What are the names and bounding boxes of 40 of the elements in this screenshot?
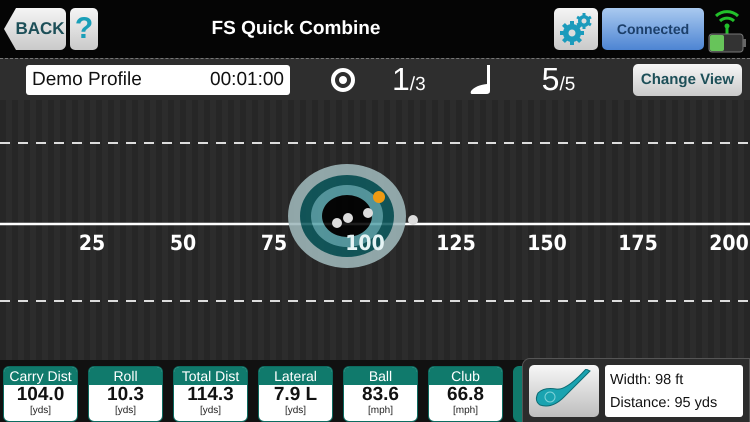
distance-label: 50 — [170, 231, 196, 255]
stat-label: Club — [429, 367, 502, 385]
stat-label: Roll — [89, 367, 162, 385]
stat-unit: [mph] — [368, 405, 393, 417]
stat-unit: [yds] — [284, 405, 306, 417]
connection-button[interactable]: Connected — [602, 8, 704, 50]
change-view-button[interactable]: Change View — [632, 64, 742, 96]
stat-label: Carry Dist — [4, 367, 77, 385]
shot-counter: 5/5 — [542, 61, 576, 98]
stat-label: Total Dist — [174, 367, 247, 385]
target-counter: 1/3 — [392, 61, 426, 98]
distance-label: 25 — [78, 231, 106, 255]
session-time: 00:01:00 — [210, 68, 284, 90]
stat-label: Lateral — [259, 367, 332, 385]
stat-value: 7.9 L — [274, 385, 318, 405]
stat-value: 114.3 — [187, 385, 234, 405]
distance-label: 150 — [527, 231, 567, 255]
stat-value: 10.3 — [107, 385, 144, 405]
target-width: Width: 98 ft — [610, 372, 684, 388]
back-button[interactable]: BACK — [4, 8, 66, 50]
profile-name: Demo Profile — [32, 68, 142, 90]
distance-label: 125 — [436, 231, 476, 255]
distance-label: 175 — [618, 231, 658, 255]
settings-button[interactable] — [554, 8, 598, 50]
stat-unit: [mph] — [452, 405, 478, 417]
stat-unit: [yds] — [114, 405, 136, 417]
stat-unit: [yds] — [30, 405, 52, 417]
club-button[interactable] — [529, 365, 599, 417]
target-icon — [330, 66, 356, 92]
stat-unit: [yds] — [200, 405, 222, 417]
stat-value: 104.0 — [16, 385, 64, 405]
distance-label: 200 — [709, 231, 749, 255]
stat-value: 66.8 — [447, 385, 484, 405]
distance-label: 75 — [260, 231, 288, 255]
distance-label: 100 — [345, 231, 385, 255]
stat-label: Ball — [344, 367, 417, 385]
stat-value: 83.6 — [362, 385, 399, 405]
screen-title: FS Quick Combine — [210, 18, 382, 40]
target-distance: Distance: 95 yds — [610, 394, 718, 410]
profile-field[interactable]: Demo Profile 00:01:00 — [26, 64, 290, 94]
